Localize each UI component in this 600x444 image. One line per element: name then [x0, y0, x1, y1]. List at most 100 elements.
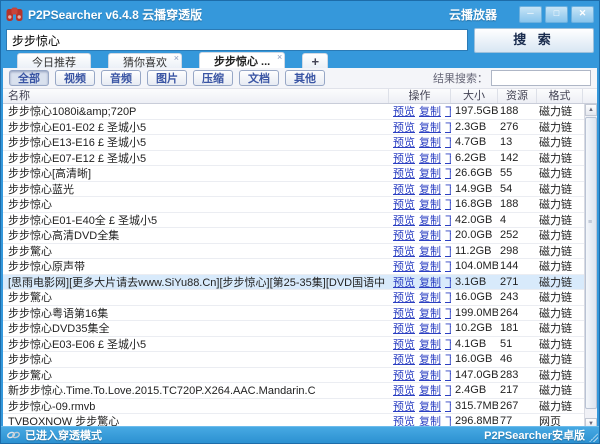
tab-close-icon[interactable]: × — [174, 53, 179, 63]
column-header[interactable]: 操作 — [389, 89, 451, 103]
preview-link[interactable]: 预览 — [393, 274, 415, 290]
preview-link[interactable]: 预览 — [393, 382, 415, 398]
table-row[interactable]: 步步惊心粤语第16集预览复制下载199.0MB264磁力链 — [3, 306, 597, 322]
copy-link[interactable]: 复制 — [419, 351, 441, 367]
copy-link[interactable]: 复制 — [419, 289, 441, 305]
table-row[interactable]: 步步惊心[高清晰]预览复制下载26.6GB55磁力链 — [3, 166, 597, 182]
column-header[interactable]: 大小 — [451, 89, 498, 103]
copy-link[interactable]: 复制 — [419, 336, 441, 352]
copy-link[interactable]: 复制 — [419, 382, 441, 398]
table-row[interactable]: 步步惊心-09.rmvb预览复制下载315.7MB267磁力链 — [3, 399, 597, 415]
filter-button[interactable]: 视频 — [55, 70, 95, 86]
preview-link[interactable]: 预览 — [393, 305, 415, 321]
table-row[interactable]: 步步驚心预览复制下载11.2GB298磁力链 — [3, 244, 597, 260]
copy-link[interactable]: 复制 — [419, 196, 441, 212]
copy-link[interactable]: 复制 — [419, 320, 441, 336]
copy-link[interactable]: 复制 — [419, 119, 441, 135]
preview-link[interactable]: 预览 — [393, 134, 415, 150]
filter-button[interactable]: 压缩 — [193, 70, 233, 86]
table-row[interactable]: 步步驚心预览复制下载147.0GB283磁力链 — [3, 368, 597, 384]
preview-link[interactable]: 预览 — [393, 104, 415, 119]
table-row[interactable]: [思雨电影网][更多大片请去www.SiYu88.Cn][步步惊心][第25-3… — [3, 275, 597, 291]
preview-link[interactable]: 预览 — [393, 150, 415, 166]
copy-link[interactable]: 复制 — [419, 243, 441, 259]
filter-button[interactable]: 音频 — [101, 70, 141, 86]
table-row[interactable]: 步步驚心预览复制下载16.0GB243磁力链 — [3, 290, 597, 306]
tab-label: 步步惊心 ... — [214, 53, 270, 69]
tab-close-icon[interactable]: × — [277, 52, 282, 62]
copy-link[interactable]: 复制 — [419, 398, 441, 414]
preview-link[interactable]: 预览 — [393, 243, 415, 259]
preview-link[interactable]: 预览 — [393, 227, 415, 243]
table-row[interactable]: 步步惊心DVD35集全预览复制下载10.2GB181磁力链 — [3, 321, 597, 337]
new-tab-button[interactable]: + — [302, 53, 328, 69]
result-format: 磁力链 — [537, 181, 583, 197]
table-row[interactable]: 步步惊心高清DVD全集预览复制下载20.0GB252磁力链 — [3, 228, 597, 244]
result-name: 步步惊心-09.rmvb — [3, 398, 389, 414]
scroll-up-icon[interactable]: ▲ — [585, 104, 597, 116]
copy-link[interactable]: 复制 — [419, 165, 441, 181]
column-header[interactable]: 资源 — [498, 89, 537, 103]
cloud-player-button[interactable]: 云播放器 — [449, 6, 497, 23]
resize-grip[interactable] — [589, 433, 598, 442]
preview-link[interactable]: 预览 — [393, 336, 415, 352]
maximize-button[interactable]: □ — [545, 6, 568, 23]
preview-link[interactable]: 预览 — [393, 196, 415, 212]
copy-link[interactable]: 复制 — [419, 305, 441, 321]
table-row[interactable]: 新步步惊心.Time.To.Love.2015.TC720P.X264.AAC.… — [3, 383, 597, 399]
result-size: 11.2GB — [451, 245, 498, 257]
filter-button[interactable]: 其他 — [285, 70, 325, 86]
search-input[interactable] — [6, 29, 468, 51]
copy-link[interactable]: 复制 — [419, 227, 441, 243]
preview-link[interactable]: 预览 — [393, 181, 415, 197]
column-header[interactable]: 格式 — [537, 89, 583, 103]
row-actions: 预览复制下载 — [389, 119, 451, 135]
tab[interactable]: 步步惊心 ... × — [199, 52, 285, 69]
preview-link[interactable]: 预览 — [393, 398, 415, 414]
table-row[interactable]: 步步惊心蓝光预览复制下载14.9GB54磁力链 — [3, 182, 597, 198]
table-row[interactable]: 步步惊心预览复制下载16.0GB46磁力链 — [3, 352, 597, 368]
preview-link[interactable]: 预览 — [393, 367, 415, 383]
search-button[interactable]: 搜 索 — [474, 28, 594, 53]
vertical-scrollbar[interactable]: ▲ ≡ ▼ — [584, 104, 597, 428]
table-row[interactable]: 步步惊心E13-E16 £ 圣城小5预览复制下载4.7GB13磁力链 — [3, 135, 597, 151]
filter-button[interactable]: 图片 — [147, 70, 187, 86]
table-row[interactable]: 步步惊心原声带预览复制下载104.0MB144磁力链 — [3, 259, 597, 275]
preview-link[interactable]: 预览 — [393, 119, 415, 135]
copy-link[interactable]: 复制 — [419, 258, 441, 274]
tab[interactable]: 今日推荐 — [17, 53, 91, 69]
copy-link[interactable]: 复制 — [419, 367, 441, 383]
filter-button[interactable]: 全部 — [9, 70, 49, 86]
status-android-link[interactable]: P2PSearcher安卓版 — [484, 427, 593, 443]
status-bar: 已进入穿透模式 P2PSearcher安卓版 — [1, 426, 599, 443]
preview-link[interactable]: 预览 — [393, 351, 415, 367]
scrollbar-thumb[interactable]: ≡ — [585, 117, 597, 409]
preview-link[interactable]: 预览 — [393, 320, 415, 336]
copy-link[interactable]: 复制 — [419, 274, 441, 290]
preview-link[interactable]: 预览 — [393, 289, 415, 305]
copy-link[interactable]: 复制 — [419, 150, 441, 166]
preview-link[interactable]: 预览 — [393, 258, 415, 274]
result-search-input[interactable] — [491, 70, 591, 86]
scrollbar-grip-icon: ≡ — [588, 222, 595, 229]
column-header[interactable]: 名称 — [3, 89, 389, 103]
table-row[interactable]: 步步惊心E07-E12 £ 圣城小5预览复制下载6.2GB142磁力链 — [3, 151, 597, 167]
copy-link[interactable]: 复制 — [419, 134, 441, 150]
filter-button[interactable]: 文档 — [239, 70, 279, 86]
table-row[interactable]: 步步惊心1080i&amp;720P预览复制下载197.5GB188磁力链 — [3, 104, 597, 120]
copy-link[interactable]: 复制 — [419, 181, 441, 197]
close-button[interactable]: ✕ — [571, 6, 594, 23]
search-bar: 搜 索 — [1, 27, 599, 52]
table-row[interactable]: 步步惊心E01-E40全 £ 圣城小5预览复制下载42.0GB4磁力链 — [3, 213, 597, 229]
preview-link[interactable]: 预览 — [393, 165, 415, 181]
copy-link[interactable]: 复制 — [419, 212, 441, 228]
result-size: 4.1GB — [451, 338, 498, 350]
table-row[interactable]: 步步惊心E01-E02 £ 圣城小5预览复制下载2.3GB276磁力链 — [3, 120, 597, 136]
table-row[interactable]: 步步惊心预览复制下载16.8GB188磁力链 — [3, 197, 597, 213]
copy-link[interactable]: 复制 — [419, 104, 441, 119]
minimize-button[interactable]: ─ — [519, 6, 542, 23]
preview-link[interactable]: 预览 — [393, 212, 415, 228]
tab[interactable]: 猜你喜欢× — [108, 53, 182, 69]
table-row[interactable]: 步步惊心E03-E06 £ 圣城小5预览复制下载4.1GB51磁力链 — [3, 337, 597, 353]
result-name: 步步惊心1080i&amp;720P — [3, 104, 389, 119]
